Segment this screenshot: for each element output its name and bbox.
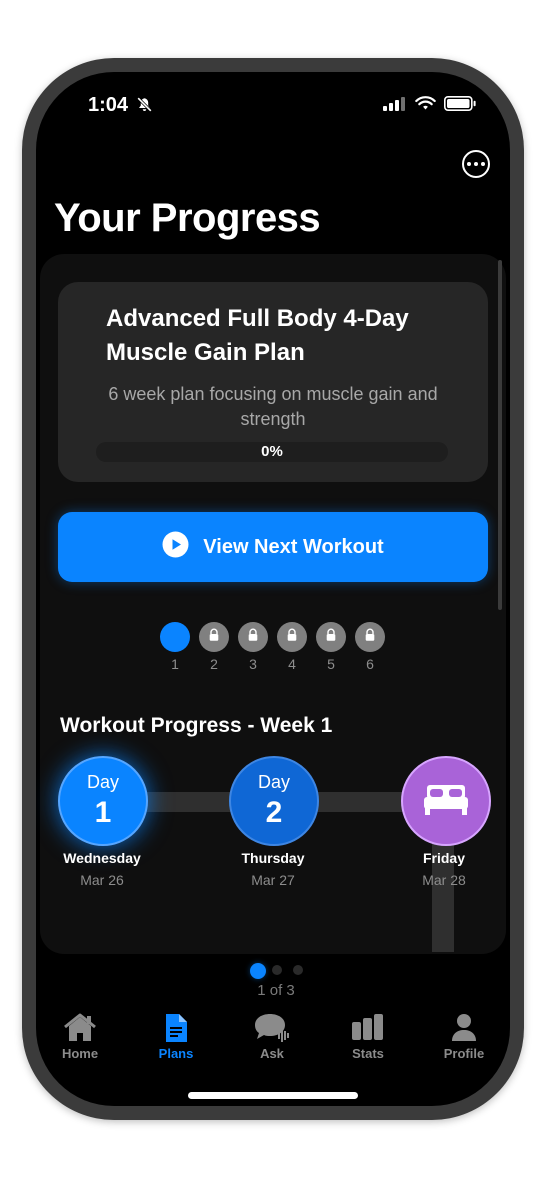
page-title: Your Progress — [54, 196, 321, 240]
tab-profile-label: Profile — [443, 1046, 485, 1061]
play-circle-icon — [162, 531, 189, 564]
status-icons — [383, 96, 476, 116]
house-icon — [40, 1012, 120, 1044]
day-3-weekday: Friday — [422, 850, 465, 866]
day-1-word: Day — [86, 772, 119, 792]
week-4-label: 4 — [288, 656, 296, 672]
plan-name: Advanced Full Body 4-Day Muscle Gain Pla… — [106, 305, 409, 366]
day-1-date: Mar 26 — [80, 872, 124, 888]
tab-plans-label: Plans — [158, 1046, 194, 1061]
plan-card[interactable]: Advanced Full Body 4-Day Muscle Gain Pla… — [58, 282, 488, 482]
lock-icon — [207, 628, 221, 647]
week-4-dot[interactable] — [277, 622, 307, 652]
week-5-label: 5 — [327, 656, 335, 672]
page-dot-2[interactable] — [272, 965, 282, 975]
day-2-number: 2 — [265, 796, 283, 829]
app-screen: 1:04 Your Progress Advanced Full Body 4-… — [36, 72, 510, 1106]
week-1-label: 1 — [171, 656, 179, 672]
lock-icon — [324, 628, 338, 647]
week-6-dot[interactable] — [355, 622, 385, 652]
week-3-label: 3 — [249, 656, 257, 672]
tab-plans[interactable]: Plans — [136, 1012, 216, 1072]
tab-stats-label: Stats — [352, 1046, 384, 1061]
page-indicator[interactable] — [246, 962, 306, 980]
lock-icon — [363, 628, 377, 647]
day-2-date: Mar 27 — [251, 872, 295, 888]
day-2-circle[interactable]: Day 2 — [229, 756, 319, 846]
lock-icon — [285, 628, 299, 647]
week-selector: 1 2 3 4 5 6 — [160, 622, 390, 682]
tab-home[interactable]: Home — [40, 1012, 120, 1072]
tab-ask[interactable]: Ask — [232, 1012, 312, 1072]
ellipsis-circle-icon[interactable] — [462, 150, 490, 178]
home-indicator[interactable] — [188, 1092, 358, 1099]
plan-progress-text: 0% — [261, 443, 283, 460]
day-3-date: Mar 28 — [422, 872, 466, 888]
week-6-label: 6 — [366, 656, 374, 672]
week-1-dot[interactable] — [160, 622, 190, 652]
chat-bubble-icon — [232, 1012, 312, 1044]
rest-day-circle[interactable] — [401, 756, 491, 846]
workout-progress-title: Workout Progress - Week 1 — [60, 714, 333, 737]
day-2-weekday: Thursday — [241, 850, 305, 866]
page-dot-3[interactable] — [293, 965, 303, 975]
day-1-number: 1 — [94, 796, 112, 829]
scrollbar[interactable] — [498, 260, 502, 610]
bed-icon — [424, 785, 468, 820]
week-5-dot[interactable] — [316, 622, 346, 652]
tab-profile[interactable]: Profile — [424, 1012, 504, 1072]
status-time: 1:04 — [88, 94, 129, 116]
day-1-weekday: Wednesday — [63, 850, 141, 866]
document-icon — [136, 1012, 216, 1044]
week-3-dot[interactable] — [238, 622, 268, 652]
bar-chart-icon — [328, 1012, 408, 1044]
day-1-circle[interactable]: Day 1 — [58, 756, 148, 846]
page-dot-1[interactable] — [250, 963, 266, 979]
wifi-icon — [415, 96, 436, 116]
view-next-workout-label: View Next Workout — [203, 535, 384, 558]
tab-ask-label: Ask — [260, 1046, 284, 1061]
week-2-dot[interactable] — [199, 622, 229, 652]
tab-home-label: Home — [61, 1046, 99, 1061]
page-indicator-label: 1 of 3 — [257, 982, 295, 999]
day-2-word: Day — [257, 772, 290, 792]
person-icon — [424, 1012, 504, 1044]
bell-slash-icon — [136, 96, 153, 118]
view-next-workout-button[interactable]: View Next Workout — [58, 512, 488, 582]
battery-icon — [444, 96, 476, 116]
lock-icon — [246, 628, 260, 647]
plan-description: 6 week plan focusing on muscle gain and … — [108, 384, 438, 429]
tab-stats[interactable]: Stats — [328, 1012, 408, 1072]
plan-progress-bar: 0% — [96, 442, 448, 462]
week-2-label: 2 — [210, 656, 218, 672]
cellular-signal-icon — [383, 96, 407, 116]
